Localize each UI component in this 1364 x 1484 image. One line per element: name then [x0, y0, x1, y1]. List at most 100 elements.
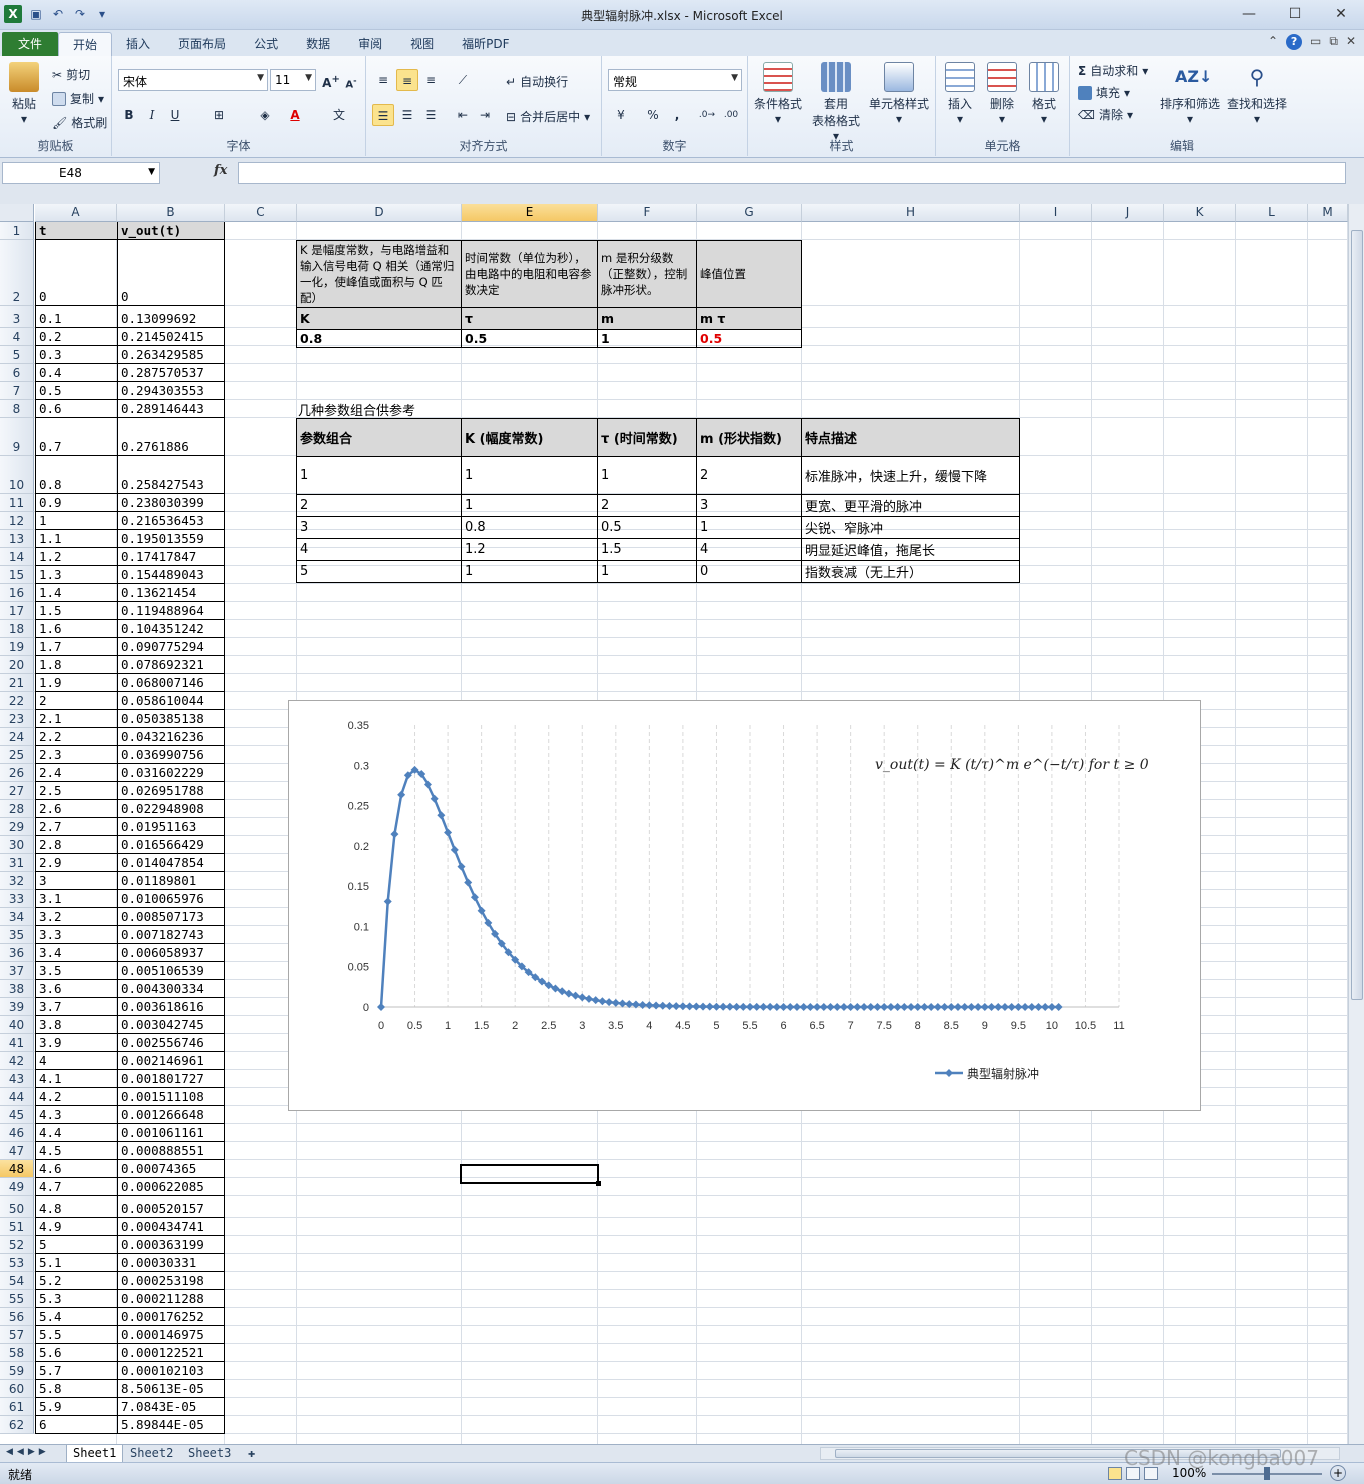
font-color-icon[interactable]: A	[284, 104, 306, 126]
tab-review[interactable]: 审阅	[344, 32, 396, 56]
combo-cell[interactable]: 0.8	[461, 516, 598, 539]
tab-insert[interactable]: 插入	[112, 32, 164, 56]
row-header-53[interactable]: 53	[0, 1254, 34, 1272]
cell-vout[interactable]: 0.016566429	[117, 836, 225, 854]
column-header-h[interactable]: H	[802, 204, 1020, 222]
cell-t[interactable]: 4.9	[35, 1218, 118, 1236]
row-header-46[interactable]: 46	[0, 1124, 34, 1142]
row-header-19[interactable]: 19	[0, 638, 34, 656]
bold-button[interactable]: B	[118, 104, 140, 126]
cell-vout[interactable]: 0.00030331	[117, 1254, 225, 1272]
cell-vout[interactable]: 0.119488964	[117, 602, 225, 620]
combo-cell[interactable]: 指数衰减（无上升）	[801, 560, 1020, 583]
param-value-tau[interactable]: 0.5	[461, 329, 598, 348]
row-header-44[interactable]: 44	[0, 1088, 34, 1106]
font-size-select[interactable]: 11 ▼	[270, 69, 316, 91]
cell-vout[interactable]: 0.090775294	[117, 638, 225, 656]
cell-t[interactable]: 2	[35, 692, 118, 710]
decrease-decimal-icon[interactable]: .00	[720, 104, 742, 126]
cell-t[interactable]: 3.3	[35, 926, 118, 944]
combo-header-cell[interactable]: 参数组合	[296, 418, 462, 457]
combo-cell[interactable]: 尖锐、窄脉冲	[801, 516, 1020, 539]
cell-t[interactable]: 0.2	[35, 328, 118, 346]
combo-cell[interactable]: 1	[597, 456, 697, 495]
cell-t[interactable]: 1.6	[35, 620, 118, 638]
select-all-corner[interactable]	[0, 204, 34, 222]
cell-vout[interactable]: 0.216536453	[117, 512, 225, 530]
combo-cell[interactable]: 1	[696, 516, 802, 539]
row-header-21[interactable]: 21	[0, 674, 34, 692]
cell-t[interactable]: 4.4	[35, 1124, 118, 1142]
cell-vout[interactable]: 0.214502415	[117, 328, 225, 346]
cell-vout[interactable]: 0.01951163	[117, 818, 225, 836]
conditional-format-button[interactable]: 条件格式 ▾	[750, 62, 806, 126]
cell-t[interactable]: 1.7	[35, 638, 118, 656]
column-header-l[interactable]: L	[1236, 204, 1308, 222]
column-header-i[interactable]: I	[1020, 204, 1092, 222]
vertical-scroll-thumb[interactable]	[1351, 230, 1363, 1000]
row-header-5[interactable]: 5	[0, 346, 34, 364]
cell-vout[interactable]: 0.004300334	[117, 980, 225, 998]
row-header-55[interactable]: 55	[0, 1290, 34, 1308]
param-name-tau[interactable]: τ	[461, 307, 598, 330]
cell-vout[interactable]: 0.000363199	[117, 1236, 225, 1254]
row-header-26[interactable]: 26	[0, 764, 34, 782]
cell-vout[interactable]: 0.000176252	[117, 1308, 225, 1326]
param-value-m[interactable]: 1	[597, 329, 697, 348]
insert-function-icon[interactable]: fx	[214, 163, 227, 178]
combo-cell[interactable]: 3	[696, 494, 802, 517]
row-header-7[interactable]: 7	[0, 382, 34, 400]
format-cells-button[interactable]: 格式 ▾	[1024, 62, 1064, 126]
cell-t[interactable]: 2.4	[35, 764, 118, 782]
cell-t[interactable]: 1.9	[35, 674, 118, 692]
row-header-56[interactable]: 56	[0, 1308, 34, 1326]
cell-t[interactable]: 4	[35, 1052, 118, 1070]
combo-cell[interactable]: 2	[696, 456, 802, 495]
align-right-icon[interactable]: ☰	[420, 104, 442, 126]
cell-t[interactable]: 3.5	[35, 962, 118, 980]
row-header-18[interactable]: 18	[0, 620, 34, 638]
row-header-9[interactable]: 9	[0, 418, 34, 456]
percent-button[interactable]: %	[642, 104, 664, 126]
cell-vout[interactable]: 0.000888551	[117, 1142, 225, 1160]
minimize-icon[interactable]: —	[1226, 0, 1272, 28]
row-header-37[interactable]: 37	[0, 962, 34, 980]
worksheet-grid[interactable]: ABCDEFGHIJKLM 1 2 3 4 5 6 7 8 9 10 11 12 13 14 15 16 17 1…	[0, 204, 1348, 1444]
cell-t[interactable]: 0	[35, 240, 118, 306]
cell-t[interactable]: 0.3	[35, 346, 118, 364]
combo-cell[interactable]: 1	[461, 494, 598, 517]
row-header-41[interactable]: 41	[0, 1034, 34, 1052]
cell-t[interactable]: 3.6	[35, 980, 118, 998]
header-vout[interactable]: v_out(t)	[117, 222, 225, 240]
row-header-28[interactable]: 28	[0, 800, 34, 818]
row-header-16[interactable]: 16	[0, 584, 34, 602]
row-header-47[interactable]: 47	[0, 1142, 34, 1160]
cell-vout[interactable]: 0.000622085	[117, 1178, 225, 1196]
cell-t[interactable]: 0.4	[35, 364, 118, 382]
combo-cell[interactable]: 2	[597, 494, 697, 517]
column-header-m[interactable]: M	[1308, 204, 1348, 222]
row-header-38[interactable]: 38	[0, 980, 34, 998]
collapse-ribbon-icon[interactable]: ⌃	[1268, 34, 1278, 50]
cell-vout[interactable]: 0.289146443	[117, 400, 225, 418]
combo-cell[interactable]: 1	[461, 560, 598, 583]
cell-vout[interactable]: 0.000520157	[117, 1196, 225, 1218]
tab-view[interactable]: 视图	[396, 32, 448, 56]
cell-vout[interactable]: 0.022948908	[117, 800, 225, 818]
cell-t[interactable]: 4.5	[35, 1142, 118, 1160]
param-desc-m[interactable]: m 是积分级数（正整数），控制脉冲形状。	[597, 240, 697, 308]
cell-t[interactable]: 2.6	[35, 800, 118, 818]
row-header-48[interactable]: 48	[0, 1160, 34, 1178]
cell-vout[interactable]: 0.003618616	[117, 998, 225, 1016]
cell-vout[interactable]: 0.154489043	[117, 566, 225, 584]
copy-button[interactable]: 复制 ▾	[52, 90, 104, 107]
cell-vout[interactable]: 0.01189801	[117, 872, 225, 890]
column-header-g[interactable]: G	[697, 204, 802, 222]
row-header-17[interactable]: 17	[0, 602, 34, 620]
vertical-scrollbar[interactable]	[1348, 204, 1364, 1444]
fill-color-icon[interactable]: ◈	[254, 104, 276, 126]
cell-vout[interactable]: 0.17417847	[117, 548, 225, 566]
cell-t[interactable]: 5.1	[35, 1254, 118, 1272]
cell-vout[interactable]: 0.238030399	[117, 494, 225, 512]
phonetic-icon[interactable]: 文	[328, 104, 350, 126]
